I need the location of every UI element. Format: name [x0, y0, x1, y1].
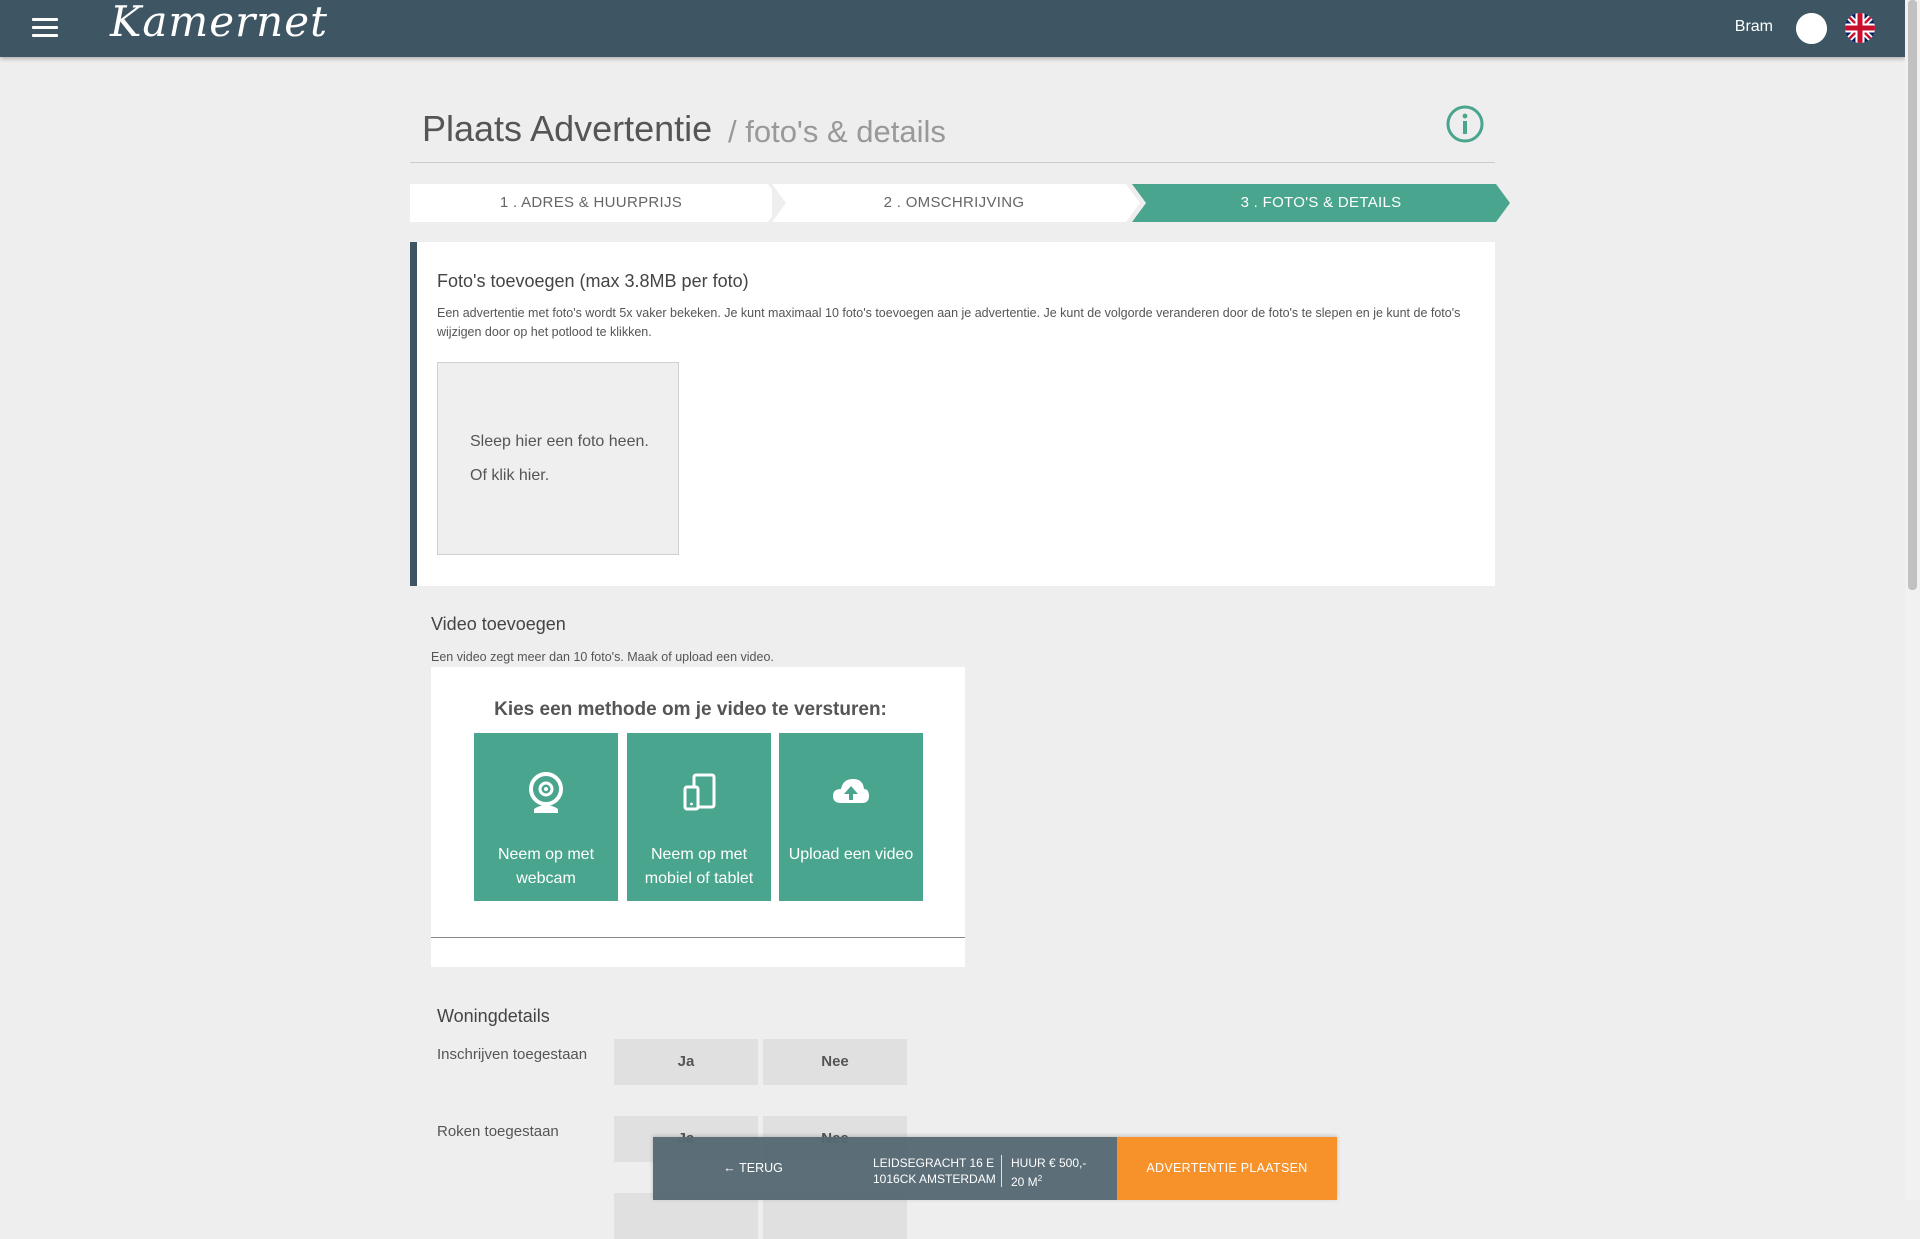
- top-navigation-bar: Kamernet Bram: [0, 0, 1905, 57]
- user-icon: [1796, 13, 1827, 44]
- kamernet-logo[interactable]: Kamernet: [110, 0, 328, 46]
- video-divider: [431, 937, 965, 938]
- arrow-left-icon: ←: [723, 1161, 740, 1175]
- video-title: Video toevoegen: [431, 614, 566, 634]
- step-label: 2 . OMSCHRIJVING: [883, 194, 1025, 211]
- webcam-button-label: Neem op met webcam: [474, 843, 618, 891]
- surface-value: 20 M: [1011, 1175, 1038, 1189]
- cloud-upload-icon: [833, 779, 869, 803]
- scrollbar-thumb[interactable]: [1908, 0, 1917, 590]
- back-button-label: TERUG: [739, 1161, 783, 1175]
- summary-divider: [1001, 1155, 1002, 1187]
- back-button[interactable]: ← TERUG: [653, 1137, 853, 1200]
- step-label: 3 . FOTO'S & DETAILS: [1240, 194, 1402, 211]
- place-listing-button[interactable]: ADVERTENTIE PLAATSEN: [1117, 1137, 1337, 1200]
- step-photos-details[interactable]: 3 . FOTO'S & DETAILS: [1132, 184, 1510, 222]
- registration-no-button[interactable]: Nee: [763, 1039, 907, 1085]
- user-name[interactable]: Bram: [1735, 18, 1773, 36]
- webcam-icon: [529, 772, 563, 813]
- dropzone-drag-text: Sleep hier een foto heen.: [470, 433, 649, 450]
- mobile-label-line2: mobiel of tablet: [644, 870, 754, 887]
- video-upload-box: Kies een methode om je video te versture…: [431, 667, 965, 967]
- step-address[interactable]: 1 . ADRES & HUURPRIJS: [410, 184, 772, 222]
- upload-video-button[interactable]: Upload een video: [779, 733, 923, 901]
- surface-unit-superscript: 2: [1037, 1174, 1043, 1183]
- devices-icon: [683, 773, 716, 811]
- step-label: 1 . ADRES & HUURPRIJS: [499, 194, 683, 211]
- mobile-button-label: Neem op met mobiel of tablet: [627, 843, 771, 891]
- listing-summary: ← TERUG LEIDSEGRACHT 16 E 1016CK AMSTERD…: [653, 1137, 1117, 1200]
- record-mobile-button[interactable]: Neem op met mobiel of tablet: [627, 733, 771, 901]
- page-scrollbar[interactable]: [1905, 0, 1920, 1200]
- progress-steps: 1 . ADRES & HUURPRIJS 2 . OMSCHRIJVING 3…: [410, 184, 1510, 222]
- video-method-heading: Kies een methode om je video te versture…: [494, 699, 887, 720]
- page-title: Plaats Advertentie: [422, 108, 713, 149]
- menu-icon[interactable]: [32, 18, 58, 38]
- registration-yes-button[interactable]: Ja: [614, 1039, 758, 1085]
- bottom-action-bar: ← TERUG LEIDSEGRACHT 16 E 1016CK AMSTERD…: [653, 1137, 1337, 1200]
- smoking-allowed-label: Roken toegestaan: [437, 1123, 559, 1140]
- webcam-label-line2: webcam: [516, 870, 576, 887]
- record-webcam-button[interactable]: Neem op met webcam: [474, 733, 618, 901]
- registration-allowed-label: Inschrijven toegestaan: [437, 1046, 588, 1063]
- upload-label-line1: Upload een video: [788, 846, 914, 863]
- dropzone-click-text: Of klik hier.: [470, 467, 550, 484]
- mobile-label-line1: Neem op met: [650, 846, 748, 863]
- photo-dropzone[interactable]: Sleep hier een foto heen. Of klik hier.: [437, 362, 679, 555]
- avatar[interactable]: [1796, 13, 1827, 44]
- uk-flag-icon[interactable]: [1845, 13, 1875, 43]
- webcam-label-line1: Neem op met: [497, 846, 595, 863]
- info-icon[interactable]: [1445, 104, 1485, 144]
- property-details-title: Woningdetails: [437, 1006, 550, 1026]
- listing-price: HUUR € 500,- 20 M2: [1011, 1155, 1086, 1190]
- upload-button-label: Upload een video: [779, 843, 923, 867]
- photos-description: Een advertentie met foto's wordt 5x vake…: [437, 306, 1461, 339]
- address-street: LEIDSEGRACHT 16 E: [873, 1156, 995, 1170]
- listing-address: LEIDSEGRACHT 16 E 1016CK AMSTERDAM: [873, 1155, 996, 1187]
- surface-area: 20 M2: [1011, 1171, 1086, 1190]
- photos-section: Foto's toevoegen (max 3.8MB per foto) Ee…: [410, 242, 1495, 586]
- page-header: Plaats Advertentie / foto's & details: [410, 98, 1495, 163]
- step-description[interactable]: 2 . OMSCHRIJVING: [768, 184, 1140, 222]
- rent-price: HUUR € 500,-: [1011, 1156, 1087, 1170]
- video-description: Een video zegt meer dan 10 foto's. Maak …: [431, 650, 774, 664]
- address-city: 1016CK AMSTERDAM: [873, 1172, 996, 1186]
- photos-title: Foto's toevoegen (max 3.8MB per foto): [437, 271, 749, 291]
- page-subtitle: / foto's & details: [728, 114, 946, 149]
